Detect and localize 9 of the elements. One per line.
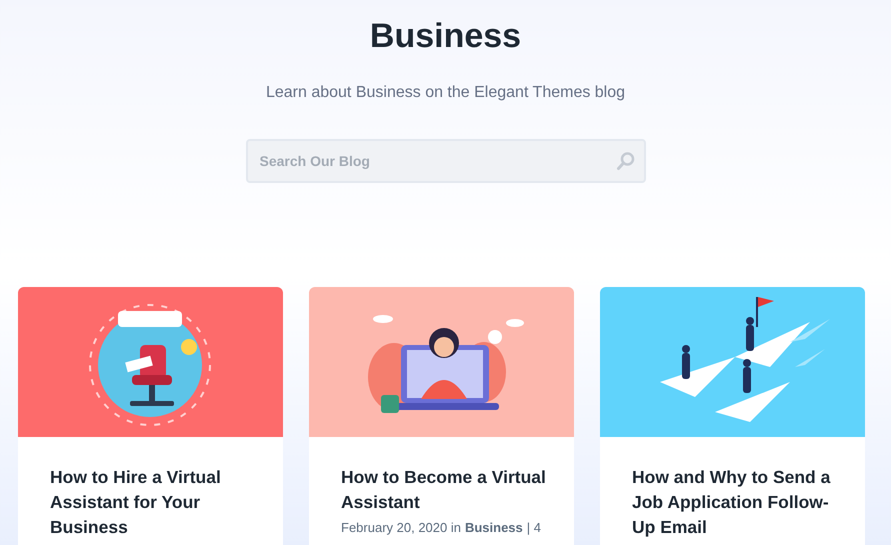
page-subtitle: Learn about Business on the Elegant Themes blog [266, 83, 626, 103]
search-field[interactable]: Search Our Blog [246, 139, 646, 183]
post-date: February 20, 2020 in [341, 520, 461, 536]
post-title[interactable]: How to Become a Virtual Assistant [341, 465, 550, 515]
category-link[interactable]: Business [464, 520, 523, 536]
page-title: Business [370, 16, 522, 57]
post-title[interactable]: How to Hire a Virtual Assistant for Your Business [50, 465, 259, 540]
post-title[interactable]: How and Why to Send a Job Application Follow-Up Email [632, 465, 841, 540]
comment-count: | 4 [526, 520, 541, 536]
